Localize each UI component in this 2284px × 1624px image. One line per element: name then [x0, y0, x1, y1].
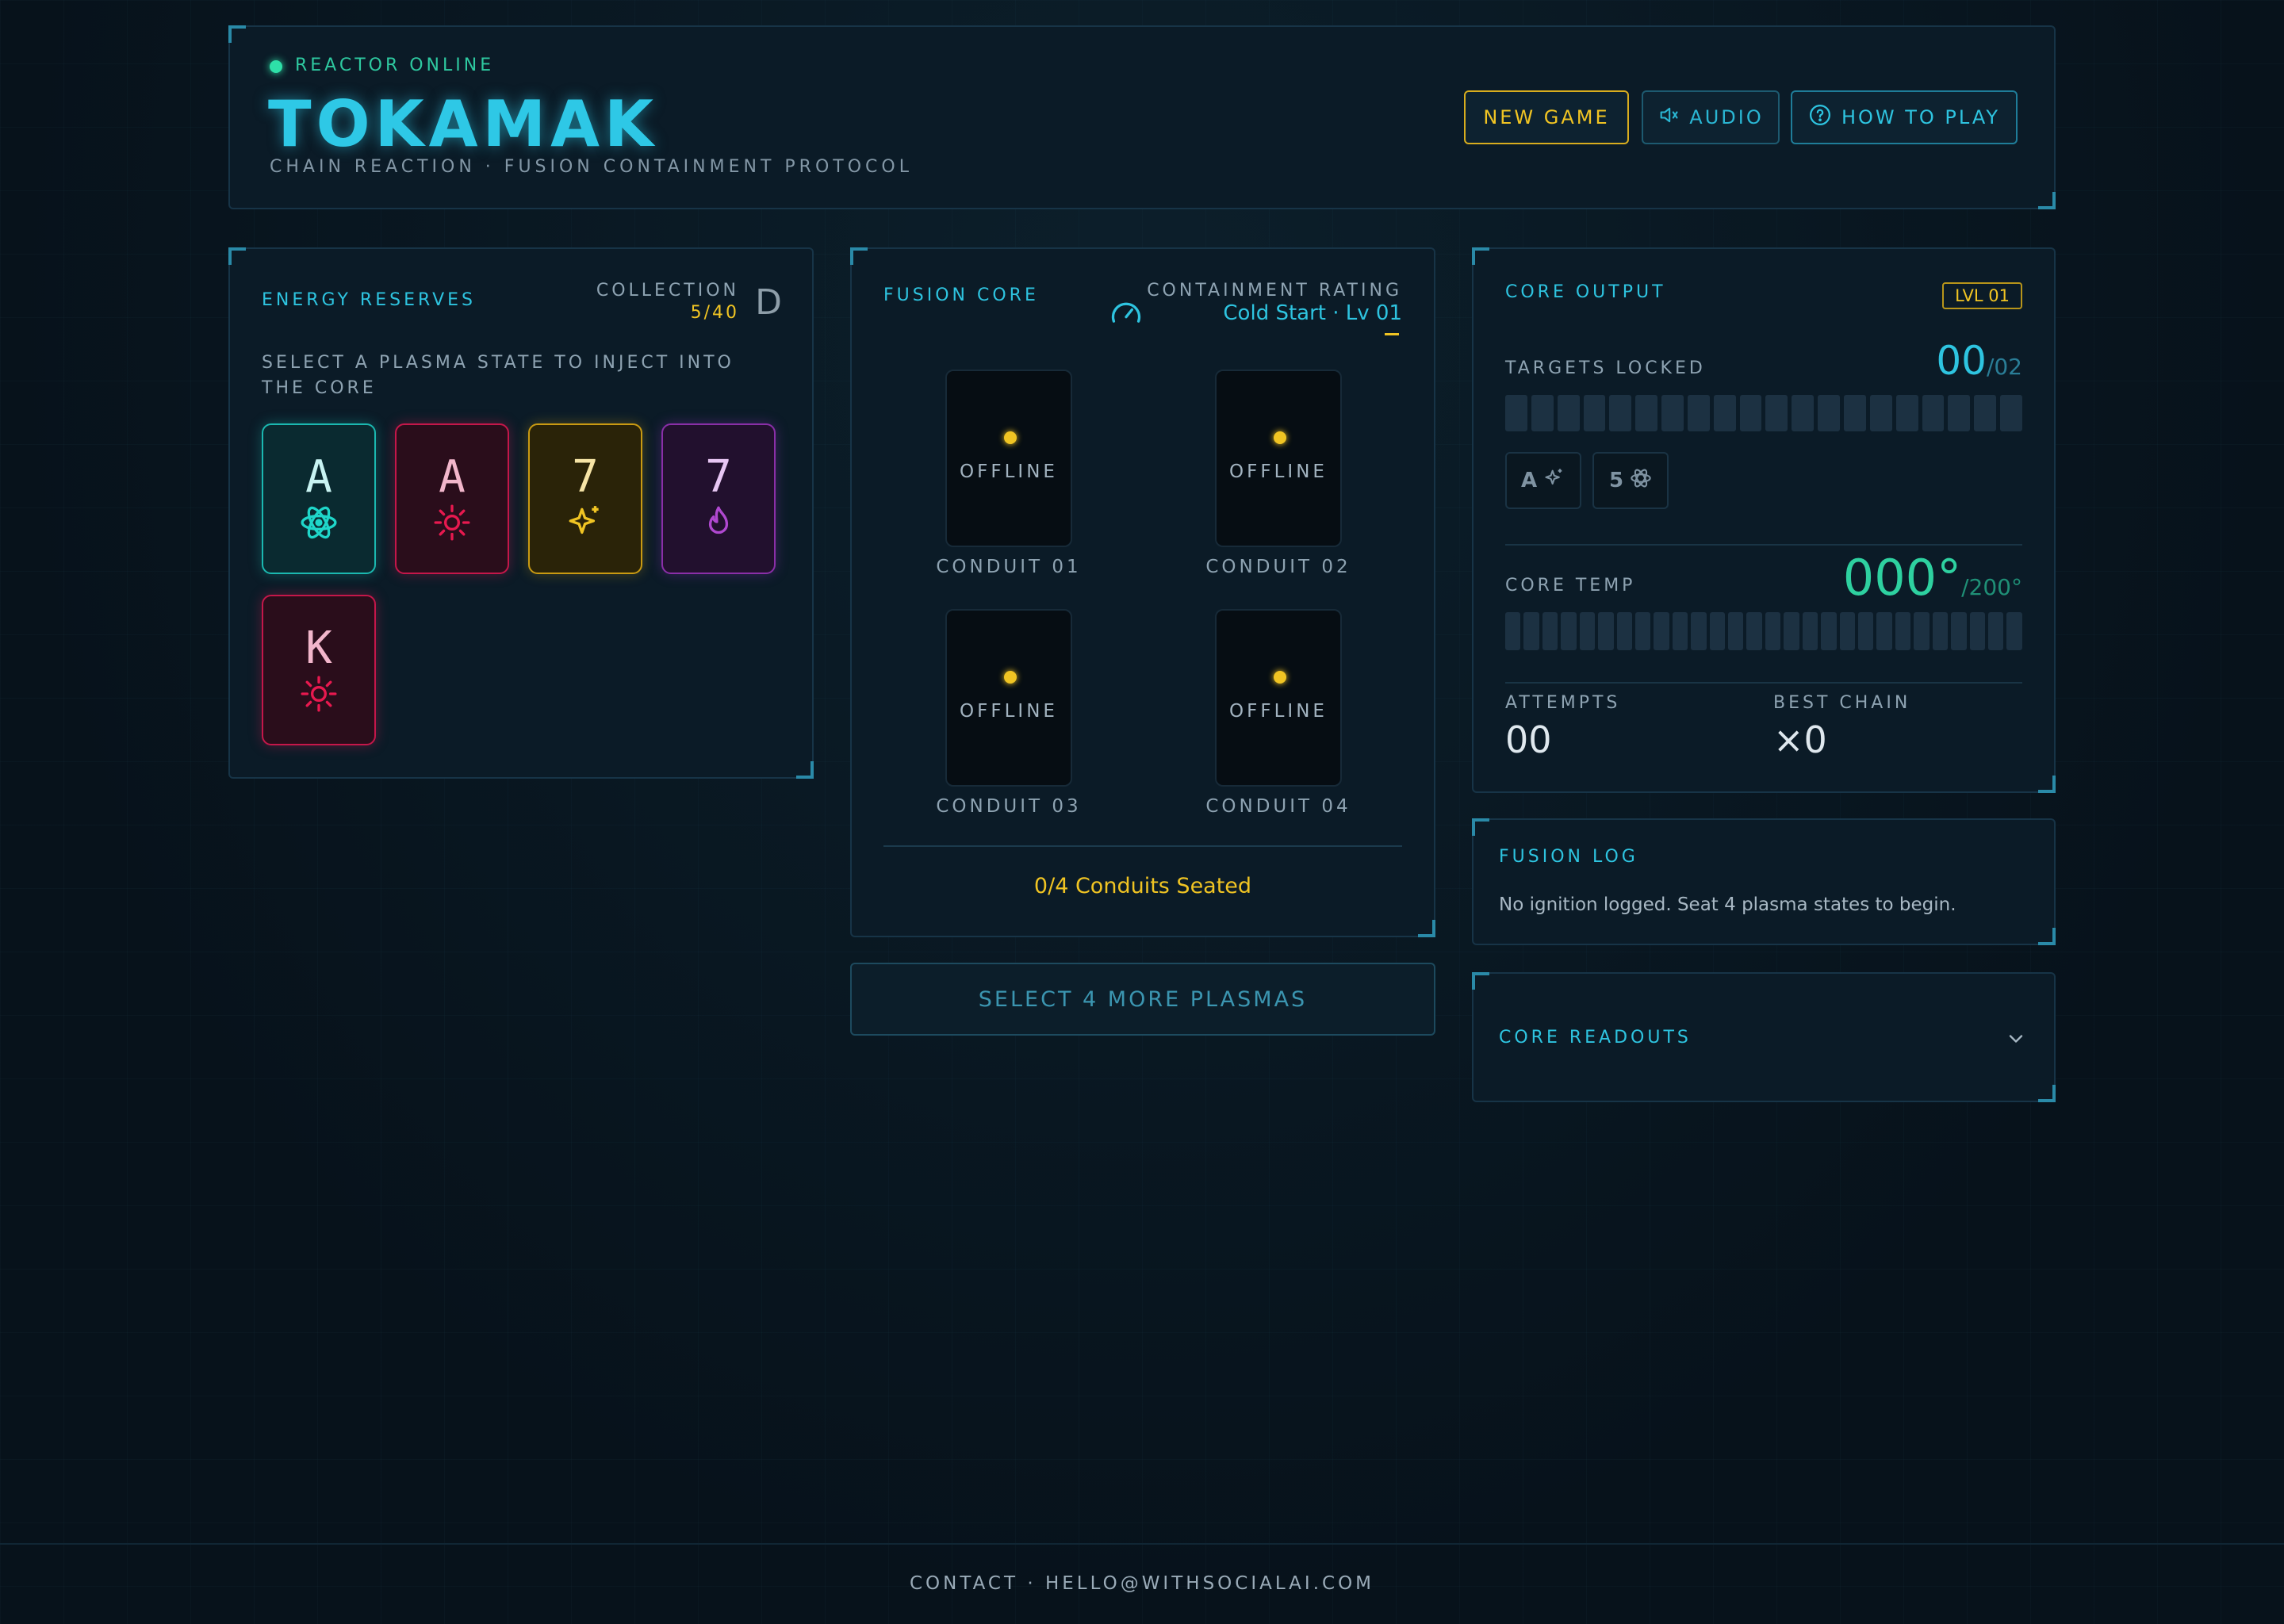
- status-dot: [1274, 431, 1286, 444]
- fusion-divider: [883, 845, 1402, 847]
- game-subtitle: CHAIN REACTION · FUSION CONTAINMENT PROT…: [270, 157, 913, 177]
- footer-divider: [0, 1543, 2284, 1545]
- muted-speaker-icon: [1657, 104, 1680, 131]
- conduit-status: OFFLINE: [960, 462, 1058, 482]
- audio-button[interactable]: AUDIO: [1642, 90, 1780, 144]
- sun-icon: [299, 671, 339, 717]
- header-panel: REACTOR ONLINE TOKAMAK CHAIN REACTION · …: [228, 25, 2056, 209]
- plasma-card[interactable]: A: [262, 423, 376, 574]
- sparkle-icon: [565, 500, 605, 546]
- new-game-button[interactable]: NEW GAME: [1464, 90, 1629, 144]
- conduit-label: CONDUIT 01: [936, 557, 1082, 577]
- gauge-icon: [1109, 297, 1144, 335]
- core-readouts-title: CORE READOUTS: [1499, 1028, 1692, 1048]
- select-plasmas-button[interactable]: SELECT 4 MORE PLASMAS: [850, 963, 1435, 1036]
- conduit-slot[interactable]: OFFLINE: [1215, 609, 1342, 787]
- core-temp-value: 000°: [1842, 549, 1962, 607]
- collection-label: COLLECTION: [596, 281, 739, 301]
- target-rank: 5: [1608, 469, 1624, 492]
- targets-locked-label: TARGETS LOCKED: [1505, 358, 1706, 378]
- target-chip: A: [1505, 452, 1581, 509]
- card-rank: K: [305, 622, 332, 674]
- target-rank: A: [1520, 469, 1538, 492]
- conduit-slot[interactable]: OFFLINE: [945, 370, 1072, 547]
- atom-icon: [299, 500, 339, 546]
- core-temp-label: CORE TEMP: [1505, 576, 1636, 596]
- core-output-panel: CORE OUTPUT LVL 01 TARGETS LOCKED 00/02 …: [1472, 247, 2056, 793]
- conduit-slot[interactable]: OFFLINE: [1215, 370, 1342, 547]
- flame-icon: [699, 500, 738, 546]
- best-chain-label: BEST CHAIN: [1773, 693, 1911, 713]
- conduit-status: OFFLINE: [960, 701, 1058, 722]
- plasma-card[interactable]: 7: [661, 423, 776, 574]
- conduit-status: OFFLINE: [1229, 462, 1328, 482]
- game-title: TOKAMAK: [268, 87, 658, 161]
- core-output-title: CORE OUTPUT: [1505, 282, 1666, 302]
- level-badge: LVL 01: [1942, 282, 2022, 309]
- help-icon: [1808, 103, 1832, 132]
- fusion-core-panel: FUSION CORE CONTAINMENT RATING Cold Star…: [850, 247, 1435, 937]
- conduit-label: CONDUIT 02: [1205, 557, 1351, 577]
- targets-locked-max: /02: [1986, 354, 2022, 380]
- conduit-label: CONDUIT 04: [1205, 796, 1351, 817]
- core-temp-readout: 000°/200°: [1843, 549, 2022, 607]
- targets-locked-value: 00: [1936, 338, 1987, 384]
- new-game-label: NEW GAME: [1483, 106, 1610, 128]
- target-chip: 5: [1592, 452, 1669, 509]
- how-to-play-button[interactable]: HOW TO PLAY: [1791, 90, 2018, 144]
- plasma-card[interactable]: A: [395, 423, 509, 574]
- conduit-status: OFFLINE: [1229, 701, 1328, 722]
- attempts-label: ATTEMPTS: [1505, 693, 1621, 713]
- plasma-card[interactable]: K: [262, 595, 376, 745]
- plasma-instruction: SELECT A PLASMA STATE TO INJECT INTO THE…: [262, 353, 734, 398]
- plasma-card[interactable]: 7: [528, 423, 642, 574]
- atom-icon: [1630, 467, 1652, 495]
- how-to-play-label: HOW TO PLAY: [1841, 106, 2001, 128]
- sparkle-icon: [1543, 467, 1565, 495]
- conduit-label: CONDUIT 03: [936, 796, 1082, 817]
- reactor-status: REACTOR ONLINE: [295, 56, 495, 75]
- card-rank: 7: [572, 451, 599, 503]
- status-dot: [1274, 671, 1286, 684]
- collection-grade: D: [755, 282, 782, 323]
- fusion-core-title: FUSION CORE: [883, 285, 1039, 305]
- conduit-slot[interactable]: OFFLINE: [945, 609, 1072, 787]
- collection-count: 5/40: [690, 303, 739, 323]
- card-rank: A: [439, 451, 466, 503]
- containment-rating-label: CONTAINMENT RATING: [1147, 281, 1402, 301]
- status-dot: [1004, 671, 1017, 684]
- attempts-value: 00: [1505, 718, 1552, 761]
- core-readouts-panel[interactable]: CORE READOUTS: [1472, 972, 2056, 1102]
- best-chain-value: ×0: [1773, 718, 1827, 761]
- footer-contact[interactable]: CONTACT · HELLO@WITHSOCIALAI.COM: [0, 1573, 2284, 1594]
- card-rank: 7: [705, 451, 732, 503]
- core-temp-bar: [1505, 612, 2022, 650]
- fusion-log-panel: FUSION LOG No ignition logged. Seat 4 pl…: [1472, 818, 2056, 945]
- rating-marker: [1385, 333, 1399, 335]
- core-temp-max: /200°: [1961, 574, 2022, 600]
- targets-locked-readout: 00/02: [1936, 338, 2022, 384]
- energy-reserves-panel: ENERGY RESERVES COLLECTION 5/40 D SELECT…: [228, 247, 814, 779]
- conduits-seated-status: 0/4 Conduits Seated: [1033, 874, 1252, 898]
- chevron-down-icon[interactable]: [2005, 1028, 2027, 1053]
- fusion-log-title: FUSION LOG: [1499, 847, 1638, 867]
- fusion-log-message: No ignition logged. Seat 4 plasma states…: [1499, 894, 1956, 915]
- sun-icon: [432, 500, 472, 546]
- containment-rating-value: Cold Start · Lv 01: [1223, 301, 1402, 325]
- output-divider: [1505, 544, 2022, 546]
- audio-label: AUDIO: [1689, 106, 1764, 128]
- card-rank: A: [305, 451, 332, 503]
- output-divider: [1505, 682, 2022, 684]
- targets-progress-bar: [1505, 395, 2022, 431]
- status-indicator-dot: [270, 60, 282, 73]
- energy-reserves-title: ENERGY RESERVES: [262, 290, 476, 310]
- status-dot: [1004, 431, 1017, 444]
